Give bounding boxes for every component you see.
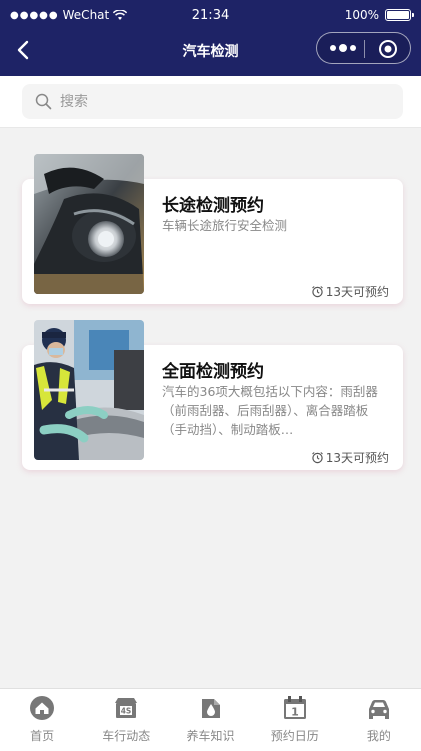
- home-icon: [30, 696, 55, 720]
- alarm-clock-icon: [311, 452, 323, 464]
- availability-text: 13天可预约: [325, 285, 389, 299]
- card-title: 长途检测预约: [162, 196, 264, 216]
- search-section: [0, 76, 421, 128]
- tab-label: 养车知识: [186, 729, 235, 743]
- calendar-day-number: 1: [291, 706, 299, 719]
- battery-icon: [385, 9, 414, 21]
- card-description: 车辆长途旅行安全检测: [162, 218, 288, 233]
- svg-text:4S: 4S: [121, 707, 132, 716]
- service-card-long-distance[interactable]: 长途检测预约 车辆长途旅行安全检测 13天可预约: [22, 154, 403, 304]
- tab-label: 首页: [30, 729, 55, 743]
- search-icon: [35, 93, 52, 110]
- card-image-mechanic: [34, 320, 144, 460]
- mechanic-inspection-image: [34, 320, 144, 460]
- tab-label: 车行动态: [102, 729, 151, 743]
- car-profile-icon: [368, 700, 389, 719]
- oil-knowledge-icon: [201, 699, 220, 718]
- availability-text: 13天可预约: [325, 451, 389, 465]
- tab-label: 我的: [366, 729, 391, 743]
- card-image-headlight: [34, 154, 144, 294]
- capsule-divider: [364, 40, 365, 58]
- navigation-header: ●●●●● WeChat 21:34 100% 汽车检测: [0, 0, 421, 76]
- more-dots-icon[interactable]: [329, 43, 357, 53]
- close-miniprogram-icon[interactable]: [378, 39, 398, 59]
- tab-car-care[interactable]: 养车知识: [168, 689, 252, 751]
- calendar-icon: 1: [283, 696, 306, 719]
- tab-label: 预约日历: [270, 729, 319, 743]
- search-bar[interactable]: [22, 84, 403, 119]
- battery-percent: 100%: [344, 8, 379, 22]
- card-availability: 13天可预约: [311, 449, 389, 466]
- bottom-tab-bar: 首页 4S 车行动态 养车知识 1 预约日历 我的: [0, 688, 421, 751]
- alarm-clock-icon: [311, 286, 323, 298]
- mini-program-capsule: [316, 32, 411, 64]
- card-availability: 13天可预约: [311, 283, 389, 300]
- card-title: 全面检测预约: [162, 362, 264, 382]
- search-input[interactable]: [60, 84, 390, 119]
- tab-my-profile[interactable]: 我的: [337, 689, 421, 751]
- status-bar: ●●●●● WeChat 21:34 100%: [0, 0, 421, 30]
- card-description: 汽车的36项大概包括以下内容：雨刮器（前雨刮器、后雨刮器）、离合器踏板（手动挡）…: [162, 384, 378, 437]
- 4s-store-icon: 4S: [115, 698, 138, 718]
- tab-booking-calendar[interactable]: 1 预约日历: [253, 689, 337, 751]
- car-headlight-image: [34, 154, 144, 294]
- tab-dealer-news[interactable]: 4S 车行动态: [84, 689, 168, 751]
- service-card-full-inspection[interactable]: 全面检测预约 汽车的36项大概包括以下内容：雨刮器（前雨刮器、后雨刮器）、离合器…: [22, 320, 403, 470]
- tab-home[interactable]: 首页: [0, 689, 84, 751]
